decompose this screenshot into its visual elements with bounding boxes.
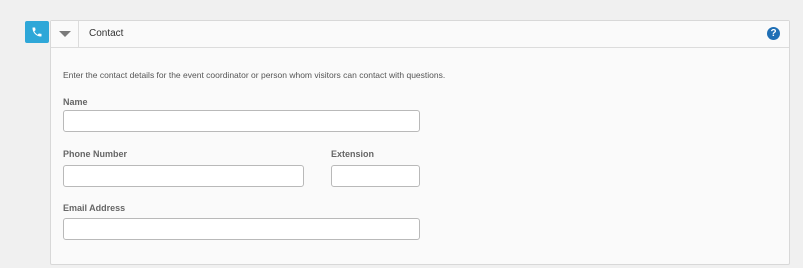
email-address-input[interactable] <box>63 218 420 240</box>
panel-header: Contact ? <box>51 21 789 48</box>
collapse-toggle[interactable] <box>51 21 79 47</box>
intro-text: Enter the contact details for the event … <box>63 70 446 80</box>
contact-panel: Contact ? Enter the contact details for … <box>50 20 790 265</box>
panel-title: Contact <box>89 28 124 39</box>
help-icon[interactable]: ? <box>767 27 780 40</box>
contact-section: Contact ? Enter the contact details for … <box>0 0 803 268</box>
email-address-label: Email Address <box>63 203 126 213</box>
extension-input[interactable] <box>331 165 420 187</box>
extension-label: Extension <box>331 149 375 159</box>
name-input[interactable] <box>63 110 420 132</box>
phone-icon-glyph <box>32 27 42 37</box>
name-label: Name <box>63 97 88 107</box>
phone-icon <box>25 21 49 43</box>
phone-number-label: Phone Number <box>63 149 128 159</box>
phone-number-input[interactable] <box>63 165 304 187</box>
caret-down-icon <box>58 31 71 37</box>
